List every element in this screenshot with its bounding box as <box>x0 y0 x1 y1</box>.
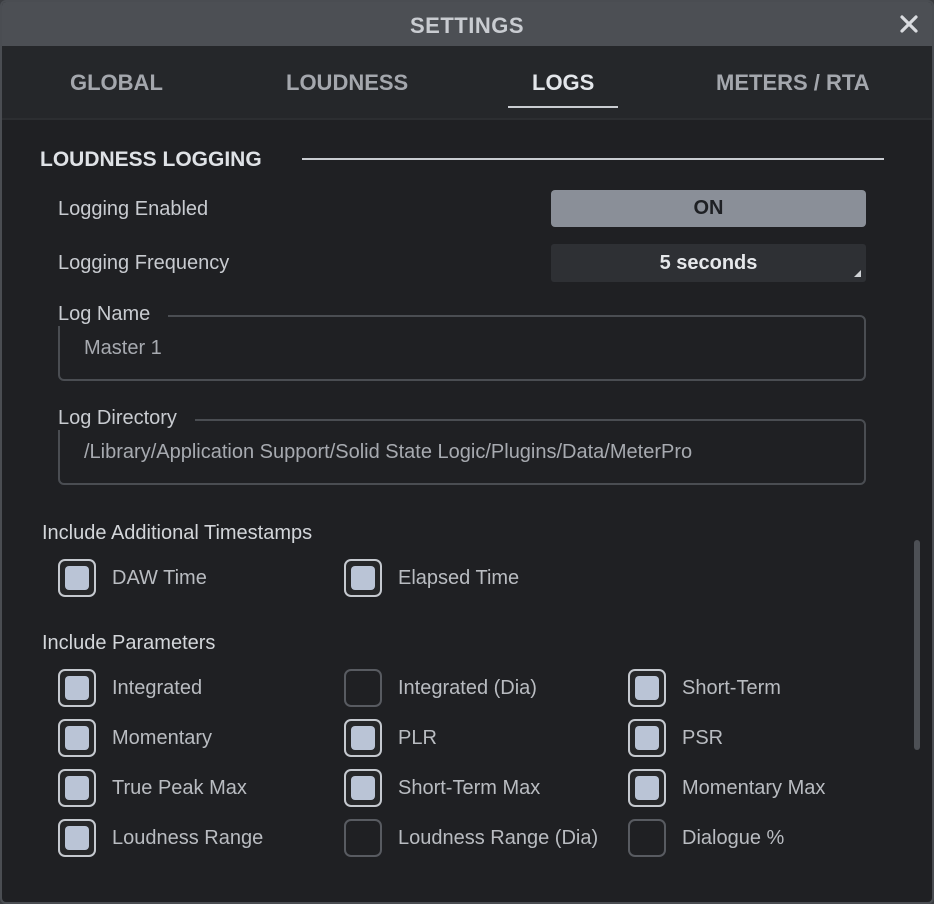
close-button[interactable] <box>896 11 922 37</box>
log-directory-label: Log Directory <box>58 407 195 430</box>
tab-logs[interactable]: LOGS <box>532 70 594 96</box>
tab-meters-rta[interactable]: METERS / RTA <box>716 70 870 96</box>
active-tab-indicator <box>508 106 618 108</box>
log-name-label: Log Name <box>58 303 169 326</box>
logging-enabled-toggle[interactable]: ON <box>551 190 866 227</box>
short-term-max-label: Short-Term Max <box>398 777 541 799</box>
window-title: SETTINGS <box>409 13 524 38</box>
loudness-range-label: Loudness Range <box>112 827 264 849</box>
integrated-checkbox[interactable] <box>58 669 96 707</box>
title-bar: SETTINGS <box>2 2 932 46</box>
tab-loudness[interactable]: LOUDNESS <box>286 70 408 96</box>
short-term-checkbox[interactable] <box>628 669 666 707</box>
section-title: LOUDNESS LOGGING <box>40 148 262 171</box>
psr-label: PSR <box>682 727 724 749</box>
integrated-dia-checkbox[interactable] <box>344 669 382 707</box>
log-name-value: Master 1 <box>84 337 162 359</box>
tab-bar: GLOBAL LOUDNESS LOGS METERS / RTA <box>2 46 932 120</box>
momentary-checkbox[interactable] <box>58 719 96 757</box>
short-term-max-checkbox[interactable] <box>344 769 382 807</box>
true-peak-max-label: True Peak Max <box>112 777 247 799</box>
section-divider <box>302 158 884 160</box>
dialogue-percent-label: Dialogue % <box>682 827 785 849</box>
momentary-label: Momentary <box>112 727 213 749</box>
momentary-max-checkbox[interactable] <box>628 769 666 807</box>
dialogue-percent-checkbox[interactable] <box>628 819 666 857</box>
logging-frequency-label: Logging Frequency <box>58 252 230 274</box>
elapsed-time-checkbox[interactable] <box>344 559 382 597</box>
integrated-dia-label: Integrated (Dia) <box>398 677 537 699</box>
vertical-scrollbar[interactable] <box>914 540 920 750</box>
daw-time-checkbox[interactable] <box>58 559 96 597</box>
settings-window: SETTINGS GLOBAL LOUDNESS LOGS METERS / R… <box>0 0 934 904</box>
integrated-label: Integrated <box>112 677 203 699</box>
loudness-range-checkbox[interactable] <box>58 819 96 857</box>
loudness-range-dia-checkbox[interactable] <box>344 819 382 857</box>
log-name-field[interactable]: Master 1 <box>58 315 866 381</box>
short-term-label: Short-Term <box>682 677 781 699</box>
logs-panel: LOUDNESS LOGGING Logging Enabled ON Logg… <box>2 120 932 902</box>
dropdown-corner-icon <box>854 270 861 277</box>
plr-checkbox[interactable] <box>344 719 382 757</box>
daw-time-label: DAW Time <box>112 567 207 589</box>
plr-label: PLR <box>398 727 437 749</box>
true-peak-max-checkbox[interactable] <box>58 769 96 807</box>
elapsed-time-label: Elapsed Time <box>398 567 520 589</box>
timestamps-title: Include Additional Timestamps <box>42 522 313 544</box>
momentary-max-label: Momentary Max <box>682 777 826 799</box>
logging-enabled-label: Logging Enabled <box>58 198 209 220</box>
logging-frequency-select[interactable]: 5 seconds <box>551 244 866 282</box>
logging-frequency-value: 5 seconds <box>659 251 758 274</box>
close-icon <box>900 15 918 33</box>
loudness-range-dia-label: Loudness Range (Dia) <box>398 827 599 849</box>
log-directory-value: /Library/Application Support/Solid State… <box>84 441 693 463</box>
tab-global[interactable]: GLOBAL <box>70 70 163 96</box>
psr-checkbox[interactable] <box>628 719 666 757</box>
parameters-title: Include Parameters <box>42 632 216 654</box>
